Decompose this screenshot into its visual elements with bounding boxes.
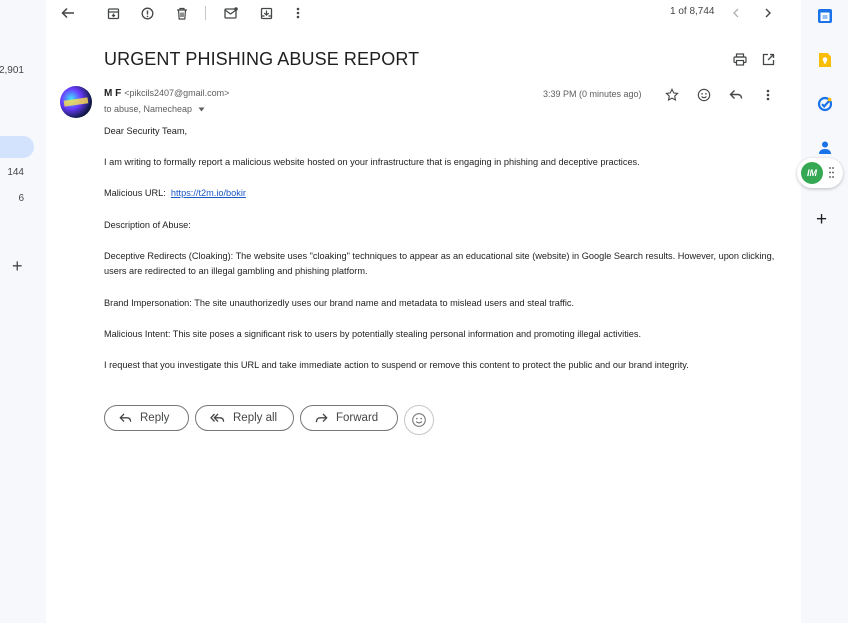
nav-count-144: 144 [7,167,24,178]
pagination-count: 1 of 8,744 [670,6,715,17]
keep-icon[interactable] [816,51,834,69]
reply-all-button[interactable]: Reply all [195,405,294,431]
reply-icon[interactable] [727,86,745,104]
forward-button[interactable]: Forward [300,405,398,431]
forward-arrow-icon [315,413,328,422]
back-arrow-icon[interactable] [59,4,77,22]
add-label-icon[interactable]: + [12,256,23,277]
move-to-icon[interactable] [257,4,275,22]
star-icon[interactable] [663,86,681,104]
inbox-count: 2,901 [0,65,24,76]
emoji-reaction-button[interactable] [404,405,434,435]
toolbar-divider [205,6,206,20]
email-body: Dear Security Team, I am writing to form… [104,124,784,389]
body-paragraph-2: Deceptive Redirects (Cloaking): The webs… [104,250,775,277]
reply-button-label: Reply [140,412,170,424]
reply-all-icon [210,413,225,422]
body-url-line: Malicious URL: https://t2m.io/bokir [104,186,784,202]
body-greeting: Dear Security Team, [104,126,188,136]
forward-button-label: Forward [336,412,379,424]
reply-arrow-icon [119,413,132,422]
email-view: 1 of 8,744 URGENT PHISHING ABUSE REPORT … [46,0,801,623]
sender-line: M F <pikcils2407@gmail.com> [104,88,229,99]
reply-button[interactable]: Reply [104,405,189,431]
selected-nav-item[interactable] [0,136,34,158]
left-nav-rail: 2,901 144 6 + [0,0,46,623]
body-paragraph-5: I request that you investigate this URL … [104,359,689,370]
more-vertical-icon[interactable] [289,4,307,22]
print-icon[interactable] [731,50,749,68]
recipients-line[interactable]: to abuse, Namecheap [104,104,205,114]
recipients-text: to abuse, Namecheap [104,104,193,114]
sender-name[interactable]: M F [104,88,121,99]
calendar-icon[interactable] [816,7,834,25]
get-addons-icon[interactable]: + [816,209,827,231]
sender-avatar[interactable] [60,86,92,118]
details-dropdown-icon [198,107,205,112]
add-reaction-icon[interactable] [695,86,713,104]
body-paragraph-3: Brand Impersonation: The site unauthoriz… [104,297,575,308]
email-subject: URGENT PHISHING ABUSE REPORT [104,49,420,69]
malicious-url-link[interactable]: https://t2m.io/bokir [171,188,246,198]
reply-all-button-label: Reply all [233,412,278,424]
report-spam-icon[interactable] [138,4,156,22]
email-timestamp: 3:39 PM (0 minutes ago) [543,89,642,99]
drag-handle-icon [829,167,834,178]
addon-app-tile[interactable]: IM [797,158,843,188]
mark-unread-icon[interactable] [222,4,240,22]
more-options-icon[interactable] [759,86,777,104]
url-label: Malicious URL: [104,188,166,199]
body-paragraph-1: I am writing to formally report a malici… [104,157,640,168]
delete-icon[interactable] [173,4,191,22]
nav-count-6: 6 [18,193,24,204]
newer-chevron-icon[interactable] [727,4,745,22]
body-description-heading: Description of Abuse: [104,219,191,230]
emoji-icon [412,413,426,427]
older-chevron-icon[interactable] [759,4,777,22]
contacts-icon[interactable] [816,139,834,157]
archive-icon[interactable] [104,4,122,22]
tasks-icon[interactable] [816,95,834,113]
open-new-window-icon[interactable] [759,50,777,68]
body-paragraph-4: Malicious Intent: This site poses a sign… [104,328,642,339]
sender-email: <pikcils2407@gmail.com> [124,88,230,98]
side-panel-rail: IM + [797,0,848,623]
addon-app-badge: IM [801,162,823,184]
